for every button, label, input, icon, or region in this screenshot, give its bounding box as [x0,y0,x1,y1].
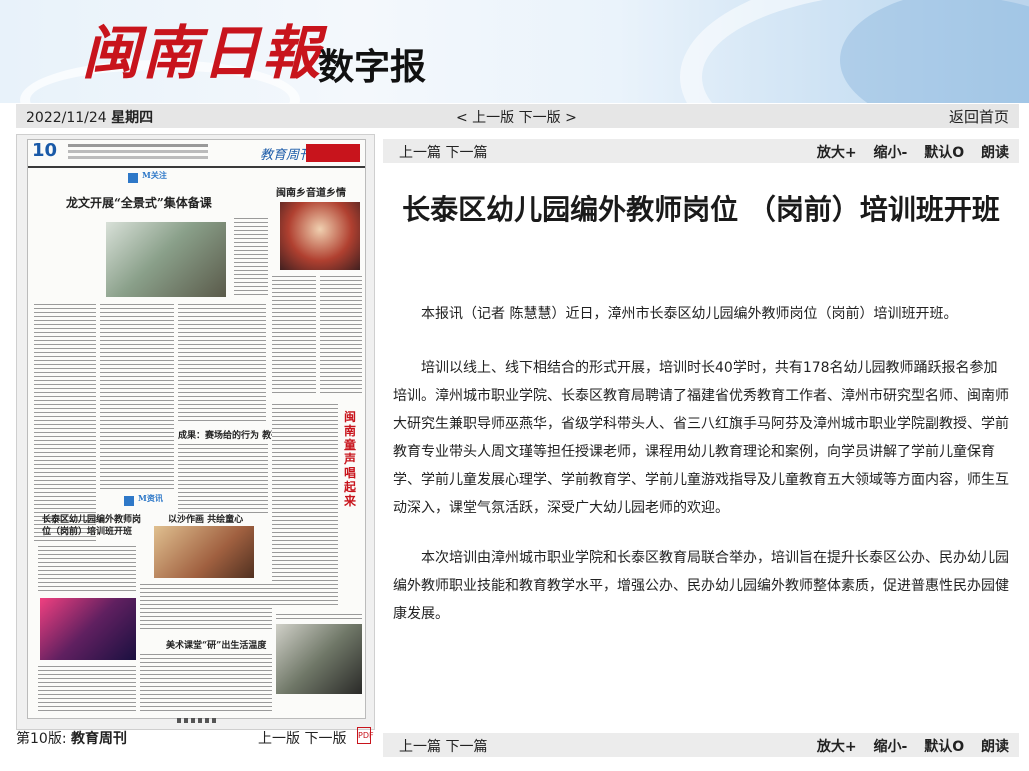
thumb-headline[interactable]: 长泰区幼儿园编外教师岗位（岗前）培训班开班 [42,514,146,538]
page-thumbnail-panel: 10 教育周刊 M关注 龙文开展“全景式”集体备课 闽南乡音道乡情 成果：赛场给… [16,134,375,730]
thumb-header: 10 教育周刊 [28,140,365,168]
pdf-download-icon[interactable]: PDF [357,727,374,744]
zoom-in-button[interactable]: 放大+ [817,145,857,161]
thumb-headline[interactable]: 以沙作画 共绘童心 [168,512,243,525]
thumb-text-column [34,302,96,542]
next-article-link[interactable]: 下一篇 [445,145,487,161]
thumb-photo [40,598,136,660]
thumb-section-name: 教育周刊 [260,148,313,163]
tag-icon [124,496,134,506]
thumb-tag-label: M关注 [142,170,167,180]
article-paragraph: 本报讯（记者 陈慧慧）近日，漳州市长泰区幼儿园编外教师岗位（岗前）培训班开班。 [421,306,958,322]
page-number-label: 第10版: [16,731,67,747]
thumb-header-lines [68,144,208,147]
thumb-headline[interactable]: 美术课堂“研”出生活温度 [166,638,266,651]
thumb-photo [280,202,360,270]
article-paragraph: 本次培训由漳州城市职业学院和长泰区教育局联合举办，培训旨在提升长泰区公办、民办幼… [393,550,1009,622]
article-nav: 上一篇 下一篇 [399,142,487,162]
issue-weekday: 星期四 [111,110,154,126]
thumb-text-column [100,302,174,492]
zoom-in-button[interactable]: 放大+ [817,739,857,755]
issue-date-value: 2022/11/24 [26,110,107,126]
thumb-text-column [178,302,266,422]
thumb-text-column [38,664,136,714]
thumb-text-column [272,274,316,396]
thumb-text-column [234,216,268,298]
next-article-link[interactable]: 下一篇 [445,739,487,755]
article-paragraph: 培训以线上、线下相结合的形式开展，培训时长40学时，共有178名幼儿园教师踊跃报… [393,360,1009,516]
page-footer-bar: 第10版: 教育周刊 上一版 下一版 PDF [16,727,374,748]
prev-page-link[interactable]: 上一版 [258,731,300,747]
masthead-banner: 闽南日報 数字报 [0,0,1029,103]
thumb-headline[interactable]: 闽南乡音道乡情 [276,184,346,199]
thumb-text-column [140,652,272,714]
next-edition-link[interactable]: 下一版 > [519,110,577,126]
thumb-brand-block [306,144,360,162]
prev-article-link[interactable]: 上一篇 [399,145,441,161]
edition-nav: < 上一版 下一版 > [456,107,577,127]
tag-icon [128,173,138,183]
prev-edition-link[interactable]: < 上一版 [456,110,514,126]
thumb-pager-dots [177,718,217,723]
issue-date: 2022/11/24 星期四 [26,107,153,127]
thumb-text-column [140,582,272,632]
section-name: 教育周刊 [70,731,127,747]
date-bar: 2022/11/24 星期四 < 上一版 下一版 > 返回首页 [16,104,1019,128]
article-nav: 上一篇 下一篇 [399,736,487,756]
banner-swoosh [840,0,1029,103]
zoom-reset-button[interactable]: 默认O [924,145,964,161]
page-label: 第10版: 教育周刊 [16,728,127,748]
read-aloud-button[interactable]: 朗读 [981,145,1009,161]
banner-subtitle: 数字报 [318,47,427,88]
read-aloud-button[interactable]: 朗读 [981,739,1009,755]
newspaper-logo: 闽南日報 [82,19,323,87]
zoom-out-button[interactable]: 缩小- [874,145,908,161]
thumb-vertical-headline[interactable]: 闽南童声唱起来 [344,410,358,508]
thumb-photo [276,624,362,694]
home-link[interactable]: 返回首页 [949,106,1009,127]
thumb-text-column [320,274,362,396]
page-nav: 上一版 下一版 [258,728,346,748]
thumb-photo [154,526,254,578]
prev-article-link[interactable]: 上一篇 [399,739,441,755]
thumb-text-column [272,402,338,608]
thumb-tag-label: M资讯 [138,493,163,503]
article-title: 长泰区幼儿园编外教师岗位 （岗前）培训班开班 [402,193,1000,226]
reading-controls: 放大+ 缩小- 默认O 朗读 [805,142,1009,162]
thumb-photo [106,222,226,297]
article-toolbar-top: 上一篇 下一篇 放大+ 缩小- 默认O 朗读 [383,139,1019,163]
thumb-page-number: 10 [32,140,58,161]
thumb-text-column [276,612,362,622]
article-body: 长泰区幼儿园编外教师岗位 （岗前）培训班开班 本报讯（记者 陈慧慧）近日，漳州市… [383,166,1019,731]
page-thumbnail[interactable]: 10 教育周刊 M关注 龙文开展“全景式”集体备课 闽南乡音道乡情 成果：赛场给… [27,139,366,719]
zoom-out-button[interactable]: 缩小- [874,739,908,755]
thumb-headline[interactable]: 龙文开展“全景式”集体备课 [66,194,212,211]
next-page-link[interactable]: 下一版 [304,731,346,747]
article-toolbar-bottom: 上一篇 下一篇 放大+ 缩小- 默认O 朗读 [383,733,1019,757]
thumb-text-column [38,544,136,594]
zoom-reset-button[interactable]: 默认O [924,739,964,755]
reading-controls: 放大+ 缩小- 默认O 朗读 [805,736,1009,756]
thumb-text-column [178,442,268,516]
